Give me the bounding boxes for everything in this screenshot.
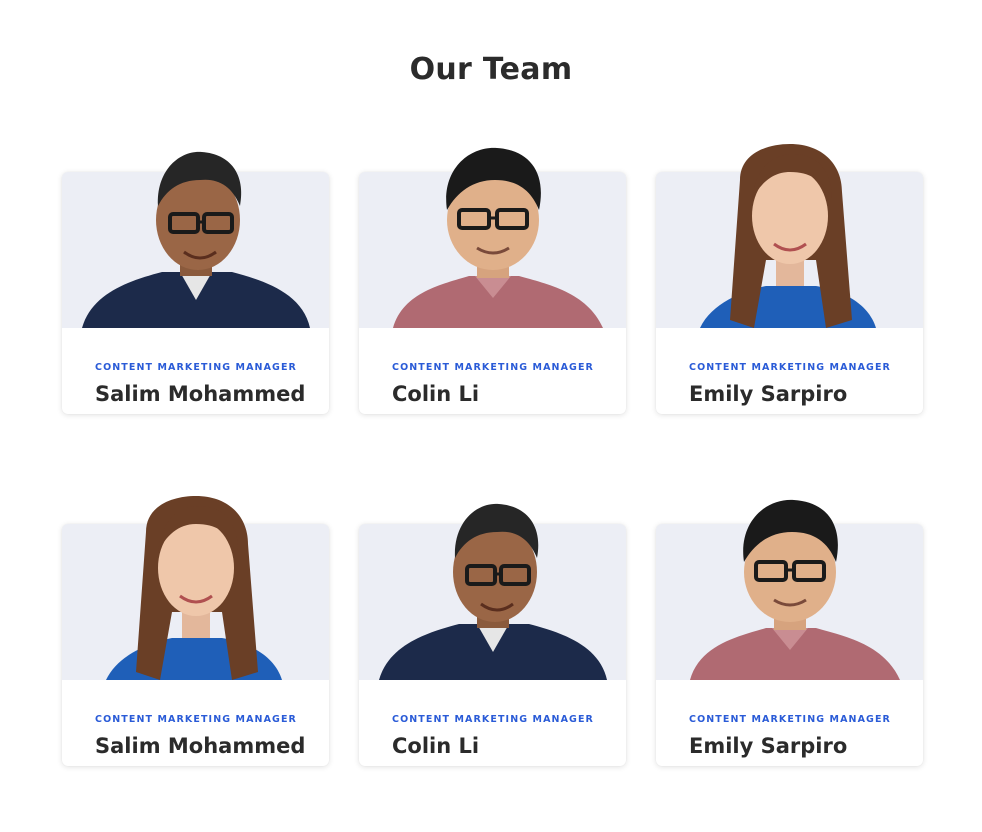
member-name: Colin Li	[392, 734, 480, 758]
team-grid: CONTENT MARKETING MANAGER Salim Mohammed…	[62, 140, 924, 766]
member-role: CONTENT MARKETING MANAGER	[392, 714, 594, 725]
member-photo-woman	[62, 492, 329, 680]
member-photo-colin	[359, 140, 626, 328]
member-name: Emily Sarpiro	[689, 382, 848, 406]
member-role: CONTENT MARKETING MANAGER	[689, 714, 891, 725]
member-role: CONTENT MARKETING MANAGER	[689, 362, 891, 373]
team-member-card[interactable]: CONTENT MARKETING MANAGER Salim Mohammed	[62, 140, 329, 414]
member-photo-emily	[656, 140, 923, 328]
member-name: Salim Mohammed	[95, 382, 306, 406]
member-role: CONTENT MARKETING MANAGER	[95, 362, 297, 373]
team-member-card[interactable]: CONTENT MARKETING MANAGER Colin Li	[359, 140, 626, 414]
member-photo-man-pink	[656, 492, 923, 680]
team-member-card[interactable]: CONTENT MARKETING MANAGER Colin Li	[359, 492, 626, 766]
member-role: CONTENT MARKETING MANAGER	[95, 714, 297, 725]
member-role: CONTENT MARKETING MANAGER	[392, 362, 594, 373]
member-name: Emily Sarpiro	[689, 734, 848, 758]
member-photo-salim	[62, 140, 329, 328]
team-member-card[interactable]: CONTENT MARKETING MANAGER Emily Sarpiro	[656, 140, 923, 414]
member-photo-man-navy	[359, 492, 626, 680]
page-title: Our Team	[409, 52, 573, 87]
team-member-card[interactable]: CONTENT MARKETING MANAGER Salim Mohammed	[62, 492, 329, 766]
member-name: Colin Li	[392, 382, 480, 406]
team-member-card[interactable]: CONTENT MARKETING MANAGER Emily Sarpiro	[656, 492, 923, 766]
member-name: Salim Mohammed	[95, 734, 306, 758]
